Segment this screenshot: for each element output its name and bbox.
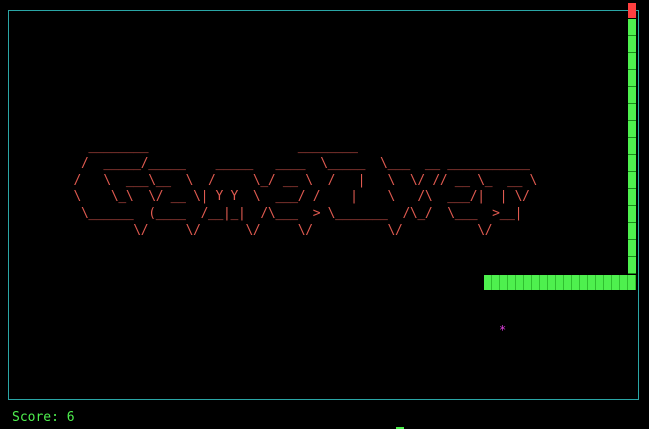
snake-segment (628, 87, 636, 104)
snake-body-horizontal (484, 275, 636, 290)
snake-segment (628, 189, 636, 206)
game-screen: ________ ________ / _____/_____ _____ __… (0, 0, 649, 429)
snake-segment (628, 138, 636, 155)
snake-segment (628, 240, 636, 257)
score-display: Score: 6 (12, 410, 75, 425)
snake-segment (628, 53, 636, 70)
snake-segment (628, 223, 636, 240)
snake-segment (628, 257, 636, 274)
snake-segment (628, 172, 636, 189)
snake-segment (628, 206, 636, 223)
game-over-banner: ________ ________ / _____/_____ _____ __… (73, 139, 538, 238)
snake-segment (628, 70, 636, 87)
snake-head (628, 3, 636, 18)
snake-segment (628, 104, 636, 121)
snake-segment (628, 155, 636, 172)
snake-segment (628, 121, 636, 138)
snake-segment (628, 19, 636, 36)
food-item: * (499, 323, 507, 337)
snake-segment (628, 36, 636, 53)
